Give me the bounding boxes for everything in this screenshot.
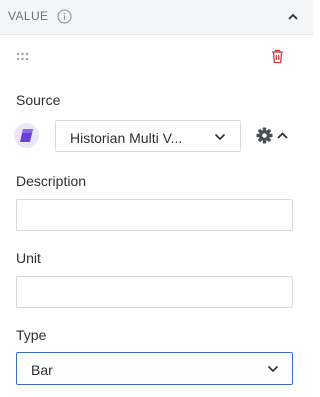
caret-up-icon[interactable]	[277, 132, 288, 139]
type-select[interactable]: Bar	[16, 352, 293, 385]
trash-icon[interactable]	[271, 49, 284, 64]
chevron-down-icon	[214, 133, 226, 141]
data-source-icon	[14, 123, 39, 148]
source-selected-value: Historian Multi V...	[70, 130, 183, 146]
info-icon[interactable]	[57, 9, 72, 24]
source-select[interactable]: Historian Multi V...	[55, 120, 241, 152]
source-label: Source	[16, 92, 61, 108]
description-label: Description	[16, 173, 87, 189]
panel-title: VALUE	[8, 9, 49, 23]
chevron-up-icon[interactable]	[287, 12, 299, 22]
chevron-down-icon	[267, 365, 279, 373]
type-label: Type	[16, 327, 47, 343]
drag-handle-icon[interactable]	[16, 52, 29, 61]
unit-input[interactable]	[16, 276, 293, 308]
type-selected-value: Bar	[31, 362, 53, 378]
unit-label: Unit	[16, 250, 41, 266]
gear-icon[interactable]	[256, 127, 273, 144]
description-input[interactable]	[16, 199, 293, 231]
panel-header[interactable]: VALUE	[0, 0, 313, 35]
